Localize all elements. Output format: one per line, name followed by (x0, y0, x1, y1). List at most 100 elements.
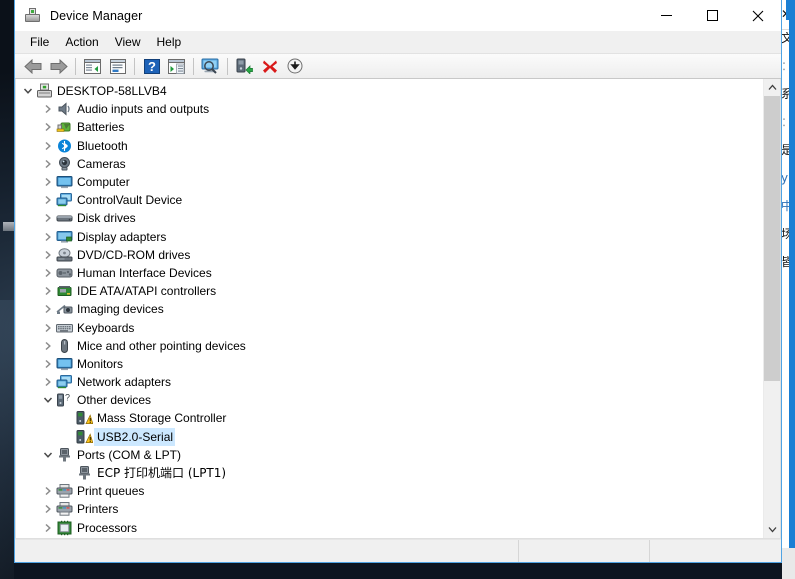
device-tree: DESKTOP-58LLVB4 Audio inputs and outputs… (16, 79, 763, 538)
tree-row-label: Printers (77, 502, 119, 517)
tree-row-audio-inputs-and-outputs[interactable]: Audio inputs and outputs (16, 100, 763, 118)
chevron-right-icon[interactable] (40, 283, 56, 299)
tree-row-label: Batteries (77, 120, 125, 135)
minimize-button[interactable] (643, 0, 689, 31)
menu-action[interactable]: Action (57, 33, 106, 52)
titlebar[interactable]: Device Manager (15, 0, 781, 31)
chevron-right-icon[interactable] (40, 520, 56, 536)
tree-row-label: Network adapters (77, 375, 172, 390)
scroll-down-button[interactable] (764, 521, 780, 538)
desktop: ✕ 文 ： 系 ： 是 y 中 场 皆 Device Manager (0, 0, 795, 579)
chevron-down-icon[interactable] (40, 447, 56, 463)
port-icon (56, 447, 73, 463)
tree-row-keyboards[interactable]: Keyboards (16, 318, 763, 336)
unknown-device-warning-icon (76, 410, 94, 426)
chevron-right-icon[interactable] (40, 501, 56, 517)
monitor-magnifier-icon (201, 58, 219, 74)
properties-button[interactable] (105, 55, 130, 78)
tree-row-label: DVD/CD-ROM drives (77, 247, 191, 262)
tree-row-bluetooth[interactable]: Bluetooth (16, 137, 763, 155)
device-manager-icon (24, 7, 41, 24)
chevron-right-icon[interactable] (40, 265, 56, 281)
chevron-down-icon[interactable] (40, 392, 56, 408)
svg-text:?: ? (65, 393, 70, 403)
chevron-right-icon[interactable] (40, 229, 56, 245)
update-driver-button[interactable] (232, 55, 257, 78)
tree-row-usb2-0-serial[interactable]: USB2.0-Serial (16, 427, 763, 446)
right-arrow-icon (50, 58, 68, 74)
back-button[interactable] (21, 55, 46, 78)
toolbar-separator (193, 57, 194, 75)
chevron-right-icon[interactable] (40, 101, 56, 117)
tree-vertical-scrollbar[interactable] (763, 79, 780, 538)
scrollbar-track[interactable] (764, 96, 780, 521)
menu-view[interactable]: View (107, 33, 149, 52)
uninstall-device-button[interactable] (257, 55, 282, 78)
tree-row-label: Computer (77, 175, 130, 190)
menubar: File Action View Help (15, 31, 781, 53)
chevron-right-icon[interactable] (40, 320, 56, 336)
chevron-right-icon[interactable] (40, 483, 56, 499)
show-hide-console-tree-button[interactable] (80, 55, 105, 78)
chevron-right-icon[interactable] (40, 374, 56, 390)
forward-button[interactable] (46, 55, 71, 78)
chevron-right-icon[interactable] (40, 156, 56, 172)
tree-row-label: IDE ATA/ATAPI controllers (77, 284, 217, 299)
scan-for-hardware-changes-button[interactable] (198, 55, 223, 78)
tree-row-computer[interactable]: Computer (16, 173, 763, 191)
chevron-right-icon[interactable] (40, 338, 56, 354)
tree-row-batteries[interactable]: Batteries (16, 118, 763, 136)
scrollbar-thumb[interactable] (764, 96, 780, 381)
menu-help[interactable]: Help (149, 33, 190, 52)
maximize-icon (706, 10, 718, 21)
printer-icon (56, 483, 73, 499)
disable-device-button[interactable] (282, 55, 307, 78)
tree-row-sd-host-adapters[interactable]: SD host adapters (16, 537, 763, 538)
chevron-right-icon[interactable] (40, 301, 56, 317)
tree-row-ports-com-and-lpt[interactable]: Ports (COM & LPT) (16, 446, 763, 464)
tree-root-row[interactable]: DESKTOP-58LLVB4 (16, 82, 763, 100)
chevron-right-icon[interactable] (40, 138, 56, 154)
maximize-button[interactable] (689, 0, 735, 31)
console-tree-icon (84, 58, 101, 74)
menu-file[interactable]: File (22, 33, 57, 52)
tree-row-other-devices[interactable]: ? Other devices (16, 391, 763, 409)
scroll-up-button[interactable] (764, 79, 780, 96)
tree-row-network-adapters[interactable]: Network adapters (16, 373, 763, 391)
tree-row-label: Disk drives (77, 211, 136, 226)
tree-row-cameras[interactable]: Cameras (16, 155, 763, 173)
chevron-right-icon[interactable] (40, 119, 56, 135)
chevron-right-icon[interactable] (40, 356, 56, 372)
tree-row-monitors[interactable]: Monitors (16, 355, 763, 373)
ide-controller-icon (56, 283, 73, 299)
statusbar (15, 539, 781, 562)
tree-row-label: ControlVault Device (77, 193, 183, 208)
tree-row-mice-and-other-pointing-devices[interactable]: Mice and other pointing devices (16, 337, 763, 355)
tree-row-disk-drives[interactable]: Disk drives (16, 209, 763, 227)
close-button[interactable] (735, 0, 781, 31)
action-pane-icon (168, 58, 185, 74)
tree-row-ide-ata-atapi-controllers[interactable]: IDE ATA/ATAPI controllers (16, 282, 763, 300)
tree-row-mass-storage-controller[interactable]: Mass Storage Controller (16, 409, 763, 427)
tree-row-label: Cameras (77, 156, 126, 171)
tree-row-label: Display adapters (77, 229, 167, 244)
tree-row-controlvault-device[interactable]: ControlVault Device (16, 191, 763, 209)
tree-row-ecp-printer-port-lpt1[interactable]: ECP 打印机端口 (LPT1) (16, 464, 763, 482)
help-button[interactable]: ? (139, 55, 164, 78)
tree-row-dvd-cd-rom-drives[interactable]: DVD/CD-ROM drives (16, 246, 763, 264)
chevron-right-icon[interactable] (40, 192, 56, 208)
chevron-down-icon[interactable] (20, 83, 36, 99)
toolbar-separator (134, 57, 135, 75)
tree-row-human-interface-devices[interactable]: Human Interface Devices (16, 264, 763, 282)
tree-row-printers[interactable]: Printers (16, 500, 763, 518)
show-hide-action-pane-button[interactable] (164, 55, 189, 78)
chevron-right-icon[interactable] (40, 174, 56, 190)
tree-row-print-queues[interactable]: Print queues (16, 482, 763, 500)
tree-row-display-adapters[interactable]: Display adapters (16, 228, 763, 246)
chevron-right-icon[interactable] (40, 247, 56, 263)
tree-row-processors[interactable]: Processors (16, 519, 763, 537)
chevron-right-icon[interactable] (40, 210, 56, 226)
computer-device-icon (36, 83, 53, 99)
tree-row-label-selected: USB2.0-Serial (94, 427, 176, 446)
tree-row-imaging-devices[interactable]: Imaging devices (16, 300, 763, 318)
